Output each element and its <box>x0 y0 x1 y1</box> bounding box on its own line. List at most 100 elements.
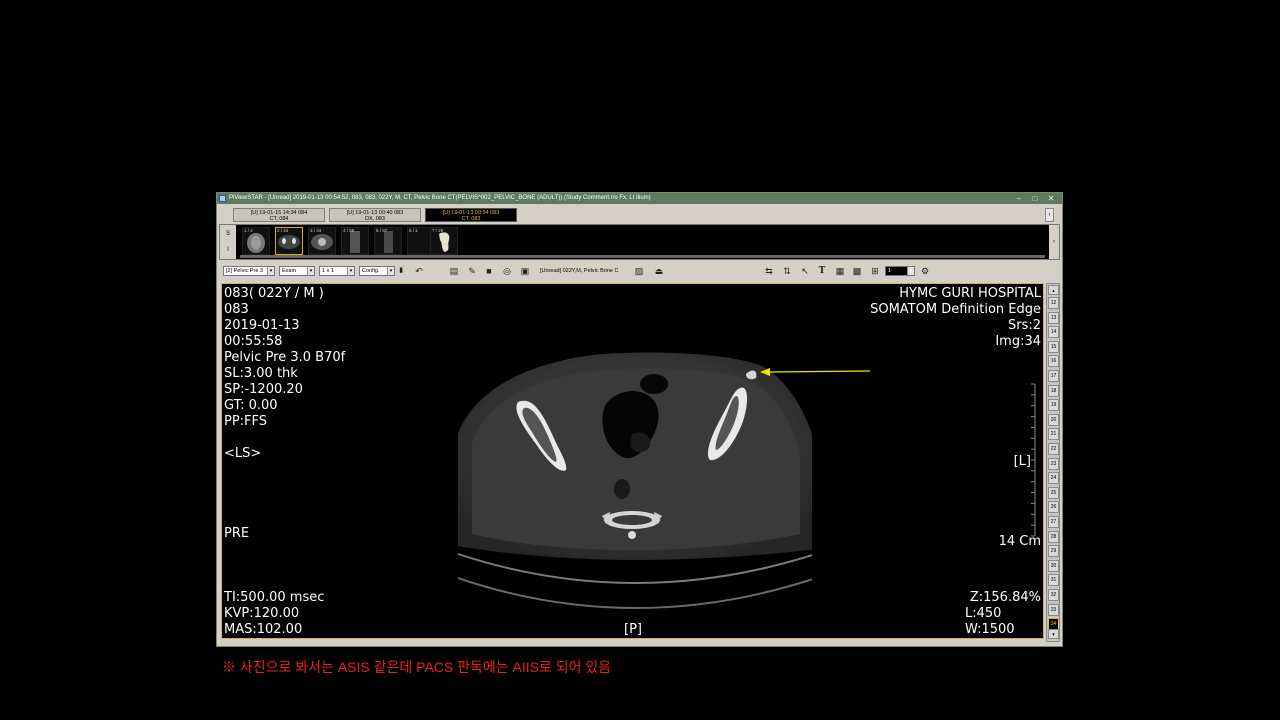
slice-number[interactable]: 19 <box>1048 399 1059 412</box>
ruler <box>1031 383 1035 537</box>
slice-number[interactable]: 13 <box>1048 311 1059 324</box>
slice-number[interactable]: 27 <box>1048 516 1059 528</box>
slice-number[interactable]: 25 <box>1048 486 1059 499</box>
slice-number[interactable]: 23 <box>1048 457 1059 470</box>
pointer-icon[interactable]: ↖ <box>799 265 811 277</box>
frame-select-value: 1 <box>888 268 892 274</box>
stack-icon[interactable]: ⊞ <box>869 265 881 277</box>
study-tab-active[interactable]: [U] 19-01-13 00:54 083 CT, 083 <box>425 208 517 222</box>
slice-number[interactable]: 33 <box>1048 603 1059 616</box>
annotation-arrow[interactable] <box>769 370 871 373</box>
slice-number[interactable]: 30 <box>1048 559 1059 572</box>
strip-scroll-right-button[interactable]: › <box>1049 225 1059 259</box>
chevron-down-icon: ▾ <box>307 267 314 275</box>
slice-number[interactable]: 20 <box>1048 413 1059 426</box>
slice-scroller[interactable]: ▴ 12 13 14 15 16 17 18 19 20 21 22 23 24 25 26 27 28 29 30… <box>1046 283 1060 642</box>
series-select[interactable]: [2] Pelvic Pre 3 ▾ <box>223 266 275 276</box>
slice-number[interactable]: 22 <box>1048 443 1059 455</box>
strip-s-button[interactable]: S <box>223 227 233 241</box>
study-tab[interactable]: [U] 19-01-13 00:40 083 DX, 083 <box>329 208 421 222</box>
overlay-ls: <LS> <box>224 446 262 461</box>
globe-icon[interactable]: ◎ <box>501 265 513 277</box>
overlay-orientation-left: [L] <box>1013 454 1031 469</box>
series-thumbnail[interactable]: 1 / 2 <box>242 227 270 255</box>
camera-icon[interactable]: ▣ <box>519 265 531 277</box>
slice-number[interactable]: 31 <box>1048 574 1059 587</box>
exam-select-value: Exam <box>282 268 297 274</box>
slice-scroll-up-button[interactable]: ▴ <box>1048 285 1059 295</box>
thumbnail-label: 7 / 28 <box>432 228 444 233</box>
overlay-kvp: KVP:120.00 <box>224 606 300 621</box>
slice-number[interactable]: 29 <box>1048 545 1059 558</box>
study-tab-line2: DX, 083 <box>365 216 385 222</box>
flip-vertical-icon[interactable]: ⇅ <box>781 265 793 277</box>
slice-number[interactable]: 32 <box>1048 589 1059 601</box>
title-bar[interactable]: PiViewSTAR - [Unread] 2019-01-13 00:54:5… <box>217 193 1062 204</box>
flip-horizontal-icon[interactable]: ⇆ <box>763 265 775 277</box>
viewer-window: PiViewSTAR - [Unread] 2019-01-13 00:54:5… <box>216 192 1063 647</box>
tab-scroll-right-button[interactable]: › <box>1045 208 1054 222</box>
series-thumbnail[interactable]: 7 / 28 <box>430 227 458 255</box>
image-icon[interactable]: ▨ <box>633 265 645 277</box>
slice-number[interactable]: 14 <box>1048 326 1059 339</box>
slice-number[interactable]: 12 <box>1048 297 1059 309</box>
image-viewport[interactable]: 083( 022Y / M ) 083 2019-01-13 00:55:58 … <box>221 283 1044 639</box>
series-thumbnail[interactable]: 3 / 34 <box>308 227 336 255</box>
overlay-series: Pelvic Pre 3.0 B70f <box>224 350 346 365</box>
text-tool-icon[interactable]: T <box>816 265 828 277</box>
slice-number[interactable]: 28 <box>1048 530 1059 543</box>
thumbnail-label: 4 / 88 <box>343 228 355 233</box>
chevron-down-icon: ▾ <box>907 267 914 275</box>
settings-icon[interactable]: ⚙ <box>919 265 931 277</box>
slice-number[interactable]: 18 <box>1048 384 1059 397</box>
eraser-icon[interactable]: ⏏ <box>653 265 665 277</box>
series-thumbnail-selected[interactable]: 2 / 34 <box>275 227 303 255</box>
pin-icon[interactable]: ▮ <box>395 265 407 277</box>
minimize-button[interactable]: – <box>1012 193 1026 204</box>
overlay-date: 2019-01-13 <box>224 318 300 333</box>
annotation-note: ※ 사진으로 봐서는 ASIS 같은데 PACS 판독에는 AIIS로 되어 있… <box>222 659 612 675</box>
app-icon <box>219 195 226 202</box>
study-info-label: [Unread] 022Y,M, Pelvic Bone C <box>540 268 619 274</box>
slice-number[interactable]: 17 <box>1048 370 1059 382</box>
edit-icon[interactable]: ✎ <box>466 265 478 277</box>
save-icon[interactable]: ■ <box>483 265 495 277</box>
slice-number[interactable]: 21 <box>1048 428 1059 441</box>
overlay-image-number: Img:34 <box>995 334 1041 349</box>
series-thumbnail[interactable]: 4 / 88 <box>341 227 369 255</box>
slice-scroll-down-button[interactable]: ▾ <box>1048 629 1059 639</box>
config-select-value: Config. <box>362 268 380 274</box>
tile-layout-icon[interactable]: ▩ <box>851 265 863 277</box>
maximize-button[interactable]: □ <box>1028 193 1042 204</box>
series-select-value: [2] Pelvic Pre 3 <box>226 268 263 274</box>
grid-layout-icon[interactable]: ▦ <box>834 265 846 277</box>
study-tab-line2: CT, 083 <box>461 216 481 222</box>
close-button[interactable]: ✕ <box>1044 193 1058 204</box>
study-tab[interactable]: [U] 19-01-15 14:34 084 CT, 084 <box>233 208 325 222</box>
overlay-orientation-posterior: [P] <box>624 622 642 637</box>
series-thumbnail-strip: S I 1 / 2 2 / 34 3 / 34 4 / 88 5 / 87 6 … <box>219 224 1060 260</box>
chevron-down-icon: ▾ <box>347 267 354 275</box>
overlay-zoom: Z:156.84% <box>969 590 1041 605</box>
config-select[interactable]: Config. ▾ <box>359 266 395 276</box>
exam-select[interactable]: Exam ▾ <box>279 266 315 276</box>
strip-i-button[interactable]: I <box>223 243 233 257</box>
overlay-window-level: L:450 <box>965 606 1002 621</box>
slice-number[interactable]: 16 <box>1048 355 1059 368</box>
layout-select[interactable]: 1 x 1 ▾ <box>319 266 355 276</box>
slice-number[interactable]: 24 <box>1048 472 1059 485</box>
strip-scrollbar[interactable] <box>240 255 1045 258</box>
overlay-gantry-tilt: GT: 0.00 <box>224 398 278 413</box>
frame-select[interactable]: 1 ▾ <box>885 266 915 276</box>
series-thumbnail[interactable]: 5 / 87 <box>374 227 402 255</box>
print-icon[interactable]: ▤ <box>448 265 460 277</box>
ct-image <box>458 352 1036 609</box>
slice-number[interactable]: 26 <box>1048 501 1059 514</box>
overlay-id: 083 <box>224 302 249 317</box>
overlay-pre: PRE <box>224 526 250 541</box>
study-tabs: [U] 19-01-15 14:34 084 CT, 084 [U] 19-01… <box>219 206 1060 223</box>
overlay-time: 00:55:58 <box>224 334 283 349</box>
undo-icon[interactable]: ↶ <box>413 265 425 277</box>
slice-number[interactable]: 15 <box>1048 340 1059 353</box>
chevron-down-icon: ▾ <box>387 267 394 275</box>
